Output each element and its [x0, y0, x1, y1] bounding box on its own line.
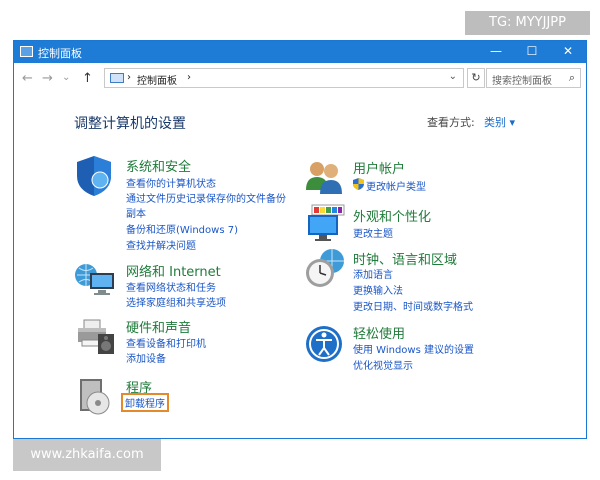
view-by-dropdown[interactable]: 类别 ▾	[484, 114, 515, 130]
category-network-internet[interactable]: 网络和 Internet	[126, 261, 221, 280]
page-heading: 调整计算机的设置	[74, 116, 186, 132]
search-input[interactable]: 搜索控制面板 ⌕	[486, 68, 581, 88]
view-by-label: 查看方式:	[427, 116, 475, 129]
link-view-computer-status[interactable]: 查看你的计算机状态	[126, 175, 216, 190]
link-troubleshoot[interactable]: 查找并解决问题	[126, 237, 196, 252]
breadcrumb-control-panel[interactable]: 控制面板	[137, 72, 177, 87]
navigation-bar: ← → ⌄ ↑ › 控制面板 › ⌄ ↻ 搜索控制面板 ⌕	[14, 63, 586, 95]
shield-icon[interactable]	[74, 154, 114, 198]
link-network-status[interactable]: 查看网络状态和任务	[126, 279, 216, 294]
maximize-button[interactable]: ☐	[514, 41, 550, 63]
forward-arrow-icon[interactable]: →	[42, 71, 53, 86]
category-system-security[interactable]: 系统和安全	[126, 156, 191, 175]
printer-icon[interactable]	[74, 316, 116, 356]
link-add-language[interactable]: 添加语言	[353, 266, 393, 281]
category-user-accounts[interactable]: 用户帐户	[353, 158, 405, 177]
link-add-device[interactable]: 添加设备	[126, 350, 166, 365]
category-appearance-personalization[interactable]: 外观和个性化	[353, 206, 431, 225]
watermark-top: TG: MYYJJPP	[465, 11, 590, 35]
window-title: 控制面板	[38, 47, 82, 60]
close-button[interactable]: ✕	[550, 41, 586, 63]
admin-shield-icon	[353, 178, 364, 190]
title-bar: 控制面板 — ☐ ✕	[14, 41, 586, 63]
minimize-button[interactable]: —	[478, 41, 514, 63]
control-panel-icon	[110, 73, 124, 83]
link-change-account-type[interactable]: 更改帐户类型	[366, 178, 426, 193]
category-ease-of-access[interactable]: 轻松使用	[353, 323, 405, 342]
display-icon[interactable]	[304, 203, 346, 243]
link-windows-recommended-settings[interactable]: 使用 Windows 建议的设置	[353, 341, 474, 356]
link-change-date-time-format[interactable]: 更改日期、时间或数字格式	[353, 298, 473, 313]
breadcrumb-separator: ›	[187, 72, 191, 83]
watermark-bottom: www.zhkaifa.com	[13, 439, 161, 471]
link-backup-restore[interactable]: 备份和还原(Windows 7)	[126, 221, 238, 236]
search-icon[interactable]: ⌕	[569, 71, 575, 85]
clock-globe-icon[interactable]	[304, 247, 348, 289]
link-file-history-backup[interactable]: 通过文件历史记录保存你的文件备份	[126, 190, 286, 205]
control-panel-window: 控制面板 — ☐ ✕ ← → ⌄ ↑ › 控制面板 › ⌄ ↻ 搜索控制面板 ⌕…	[13, 40, 587, 439]
link-change-input-method[interactable]: 更换输入法	[353, 282, 403, 297]
up-arrow-icon[interactable]: ↑	[82, 71, 93, 86]
link-change-theme[interactable]: 更改主题	[353, 225, 393, 240]
link-file-history-backup-cont[interactable]: 副本	[126, 205, 146, 220]
control-panel-icon	[20, 46, 33, 57]
link-optimize-visual-display[interactable]: 优化视觉显示	[353, 357, 413, 372]
link-homegroup-sharing[interactable]: 选择家庭组和共享选项	[126, 294, 226, 309]
link-devices-printers[interactable]: 查看设备和打印机	[126, 335, 206, 350]
address-dropdown-icon[interactable]: ⌄	[449, 71, 457, 82]
refresh-button[interactable]: ↻	[467, 68, 485, 88]
programs-icon[interactable]	[76, 377, 114, 417]
category-hardware-sound[interactable]: 硬件和声音	[126, 317, 191, 336]
ease-of-access-icon[interactable]	[304, 324, 344, 364]
address-bar[interactable]: › 控制面板 › ⌄	[104, 68, 464, 88]
breadcrumb-separator: ›	[127, 72, 131, 83]
recent-locations-icon[interactable]: ⌄	[62, 72, 70, 83]
link-uninstall-program[interactable]: 卸载程序	[121, 393, 169, 412]
network-icon[interactable]	[74, 259, 116, 299]
back-arrow-icon[interactable]: ←	[22, 71, 33, 86]
users-icon[interactable]	[304, 158, 344, 196]
search-placeholder: 搜索控制面板	[492, 76, 552, 87]
